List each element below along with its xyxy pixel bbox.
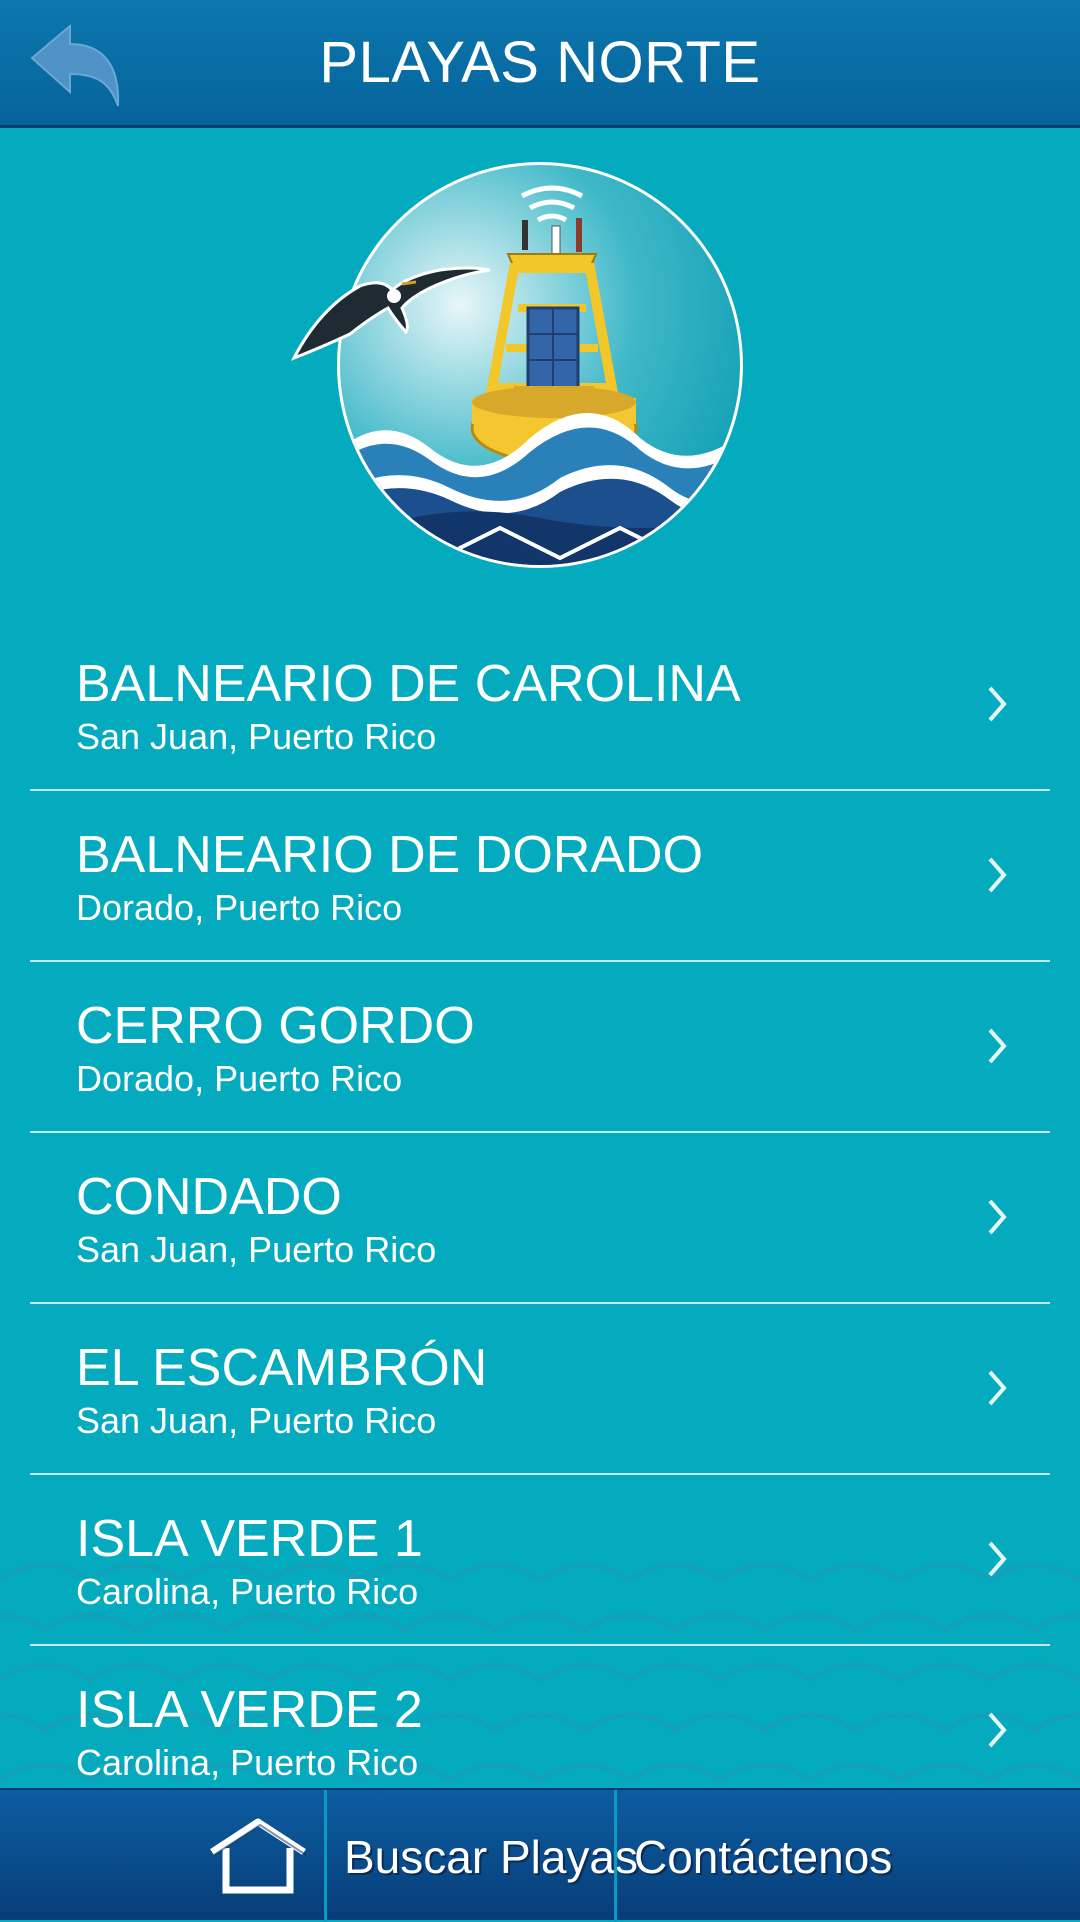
- chevron-right-icon: [988, 857, 1007, 893]
- beach-location: Carolina, Puerto Rico: [76, 1571, 419, 1612]
- beach-location: Dorado, Puerto Rico: [76, 1058, 403, 1099]
- tab-divider: [324, 1790, 327, 1922]
- beach-location: San Juan, Puerto Rico: [76, 716, 437, 757]
- beach-name: CONDADO: [76, 1168, 342, 1226]
- beach-name: ISLA VERDE 2: [76, 1681, 423, 1739]
- chevron-right-icon: [988, 1199, 1007, 1235]
- header-bar: PLAYAS NORTE: [0, 0, 1080, 128]
- bottom-tab-bar: Buscar Playas Contáctenos: [0, 1788, 1080, 1922]
- page-title: PLAYAS NORTE: [319, 30, 761, 95]
- search-beaches-tab[interactable]: Buscar Playas: [344, 1830, 638, 1884]
- beach-location: San Juan, Puerto Rico: [76, 1229, 437, 1270]
- beach-name: BALNEARIO DE DORADO: [76, 826, 704, 884]
- chevron-right-icon: [988, 686, 1007, 722]
- chevron-right-icon: [988, 1712, 1007, 1748]
- contact-tab[interactable]: Contáctenos: [634, 1830, 892, 1884]
- beach-name: BALNEARIO DE CAROLINA: [76, 655, 741, 713]
- beach-location: San Juan, Puerto Rico: [76, 1400, 437, 1441]
- home-icon: [210, 1818, 307, 1894]
- beach-row-isla-verde-2[interactable]: ISLA VERDE 2 Carolina, Puerto Rico: [0, 1646, 1080, 1788]
- home-button[interactable]: [200, 1790, 324, 1922]
- beach-name: ISLA VERDE 1: [76, 1510, 423, 1568]
- chevron-right-icon: [988, 1541, 1007, 1577]
- beach-list: BALNEARIO DE CAROLINA San Juan, Puerto R…: [0, 620, 1080, 1788]
- beach-location: Dorado, Puerto Rico: [76, 887, 403, 928]
- beach-row-cerro-gordo[interactable]: CERRO GORDO Dorado, Puerto Rico: [0, 962, 1080, 1133]
- buoy-logo: [290, 162, 743, 568]
- beach-name: CERRO GORDO: [76, 997, 475, 1055]
- beach-row-condado[interactable]: CONDADO San Juan, Puerto Rico: [0, 1133, 1080, 1304]
- tab-divider: [614, 1790, 617, 1922]
- beach-row-balneario-de-dorado[interactable]: BALNEARIO DE DORADO Dorado, Puerto Rico: [0, 791, 1080, 962]
- beach-row-balneario-de-carolina[interactable]: BALNEARIO DE CAROLINA San Juan, Puerto R…: [0, 620, 1080, 791]
- beach-location: Carolina, Puerto Rico: [76, 1742, 419, 1783]
- chevron-right-icon: [988, 1370, 1007, 1406]
- beach-name: EL ESCAMBRÓN: [76, 1339, 488, 1397]
- chevron-right-icon: [988, 1028, 1007, 1064]
- beach-row-el-escambron[interactable]: EL ESCAMBRÓN San Juan, Puerto Rico: [0, 1304, 1080, 1475]
- beach-row-isla-verde-1[interactable]: ISLA VERDE 1 Carolina, Puerto Rico: [0, 1475, 1080, 1646]
